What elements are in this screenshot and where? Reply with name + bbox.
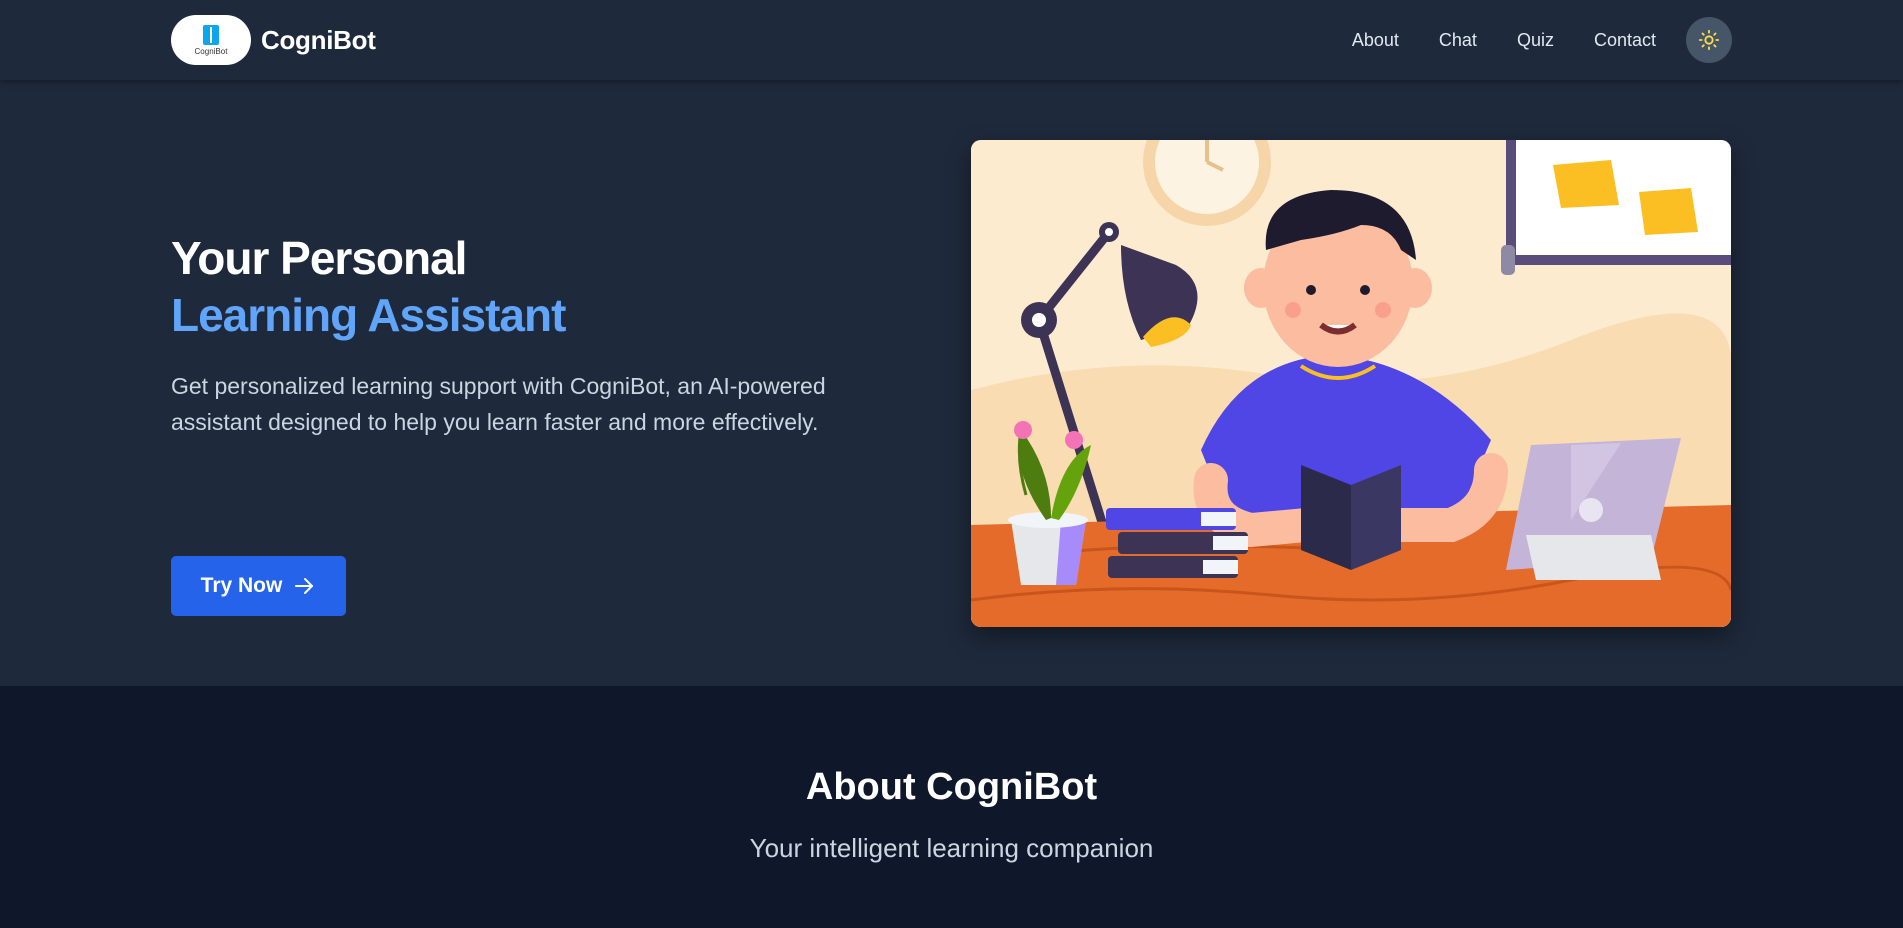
brand-name: CogniBot bbox=[261, 24, 376, 55]
hero-title: Your Personal Learning Assistant bbox=[171, 230, 891, 344]
logo: CogniBot bbox=[171, 15, 251, 65]
book-icon bbox=[203, 24, 219, 45]
student-studying-illustration bbox=[971, 140, 1731, 627]
sun-icon bbox=[1698, 29, 1720, 51]
navbar: CogniBot CogniBot About Chat Quiz Contac… bbox=[0, 0, 1903, 80]
hero-description: Get personalized learning support with C… bbox=[171, 373, 826, 435]
theme-toggle-button[interactable] bbox=[1686, 17, 1732, 63]
arrow-right-icon bbox=[295, 578, 314, 594]
nav-link-about[interactable]: About bbox=[1352, 30, 1399, 51]
about-title: About CogniBot bbox=[805, 766, 1098, 808]
about-section: About CogniBot Your intelligent learning… bbox=[0, 686, 1903, 928]
hero-illustration bbox=[971, 140, 1731, 627]
hero-content: Your Personal Learning Assistant Get per… bbox=[171, 230, 891, 616]
nav-links: About Chat Quiz Contact bbox=[1352, 17, 1732, 63]
hero-section: Your Personal Learning Assistant Get per… bbox=[0, 80, 1903, 686]
nav-link-contact[interactable]: Contact bbox=[1594, 30, 1656, 51]
try-now-label: Try Now bbox=[200, 574, 283, 597]
try-now-button[interactable]: Try Now bbox=[171, 556, 346, 616]
hero-title-line2: Learning Assistant bbox=[171, 289, 566, 341]
nav-link-chat[interactable]: Chat bbox=[1439, 30, 1477, 51]
about-subtitle: Your intelligent learning companion bbox=[749, 833, 1154, 863]
hero-title-line1: Your Personal bbox=[171, 232, 467, 284]
nav-link-quiz[interactable]: Quiz bbox=[1517, 30, 1554, 51]
navbar-inner: CogniBot CogniBot About Chat Quiz Contac… bbox=[171, 0, 1732, 80]
logo-text: CogniBot bbox=[194, 46, 228, 56]
brand-link[interactable]: CogniBot CogniBot bbox=[171, 15, 376, 65]
